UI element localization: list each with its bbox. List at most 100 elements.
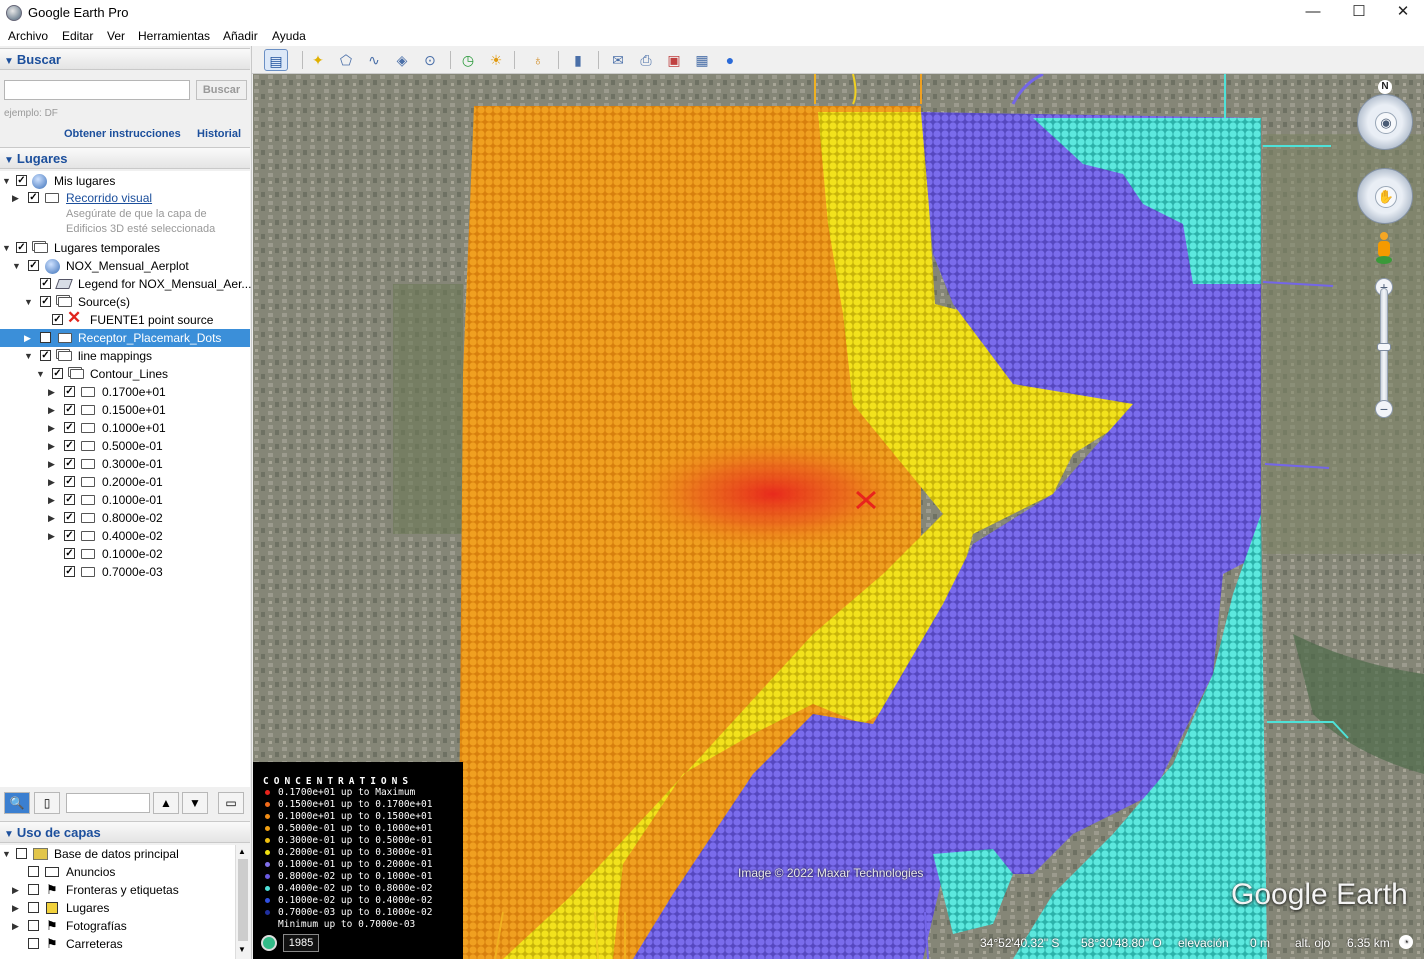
eye-icon[interactable]: ◉ xyxy=(1375,112,1397,134)
search-input[interactable] xyxy=(4,80,190,100)
tree-item-tour[interactable]: ▶ ✓ Recorrido visual xyxy=(0,189,250,207)
year-badge[interactable]: 1985 xyxy=(283,934,319,952)
tree-item-contour[interactable]: ▶ ✓ 0.1700e+01 xyxy=(0,383,250,401)
move-joystick[interactable]: ✋ xyxy=(1357,168,1413,224)
expand-arrow-icon[interactable]: ▼ xyxy=(36,365,46,383)
tree-item-my-places[interactable]: ▼ ✓ Mis lugares xyxy=(0,172,250,190)
places-panel-header[interactable]: ▼ Lugares xyxy=(0,147,250,169)
checkbox[interactable]: ✓ xyxy=(16,242,27,253)
checkbox[interactable]: ✓ xyxy=(40,296,51,307)
tree-item-sources[interactable]: ▼ ✓ Source(s) xyxy=(0,293,250,311)
hand-icon[interactable]: ✋ xyxy=(1375,186,1397,208)
expand-arrow-icon[interactable]: ▶ xyxy=(48,509,58,527)
tree-item-contour[interactable]: ✓ 0.1000e-02 xyxy=(0,545,250,563)
checkbox[interactable]: ✓ xyxy=(64,404,75,415)
checkbox[interactable] xyxy=(28,938,39,949)
folder-options-icon[interactable]: ▭ xyxy=(218,792,244,814)
tree-item-contour[interactable]: ▶ ✓ 0.2000e-01 xyxy=(0,473,250,491)
historical-imagery-icon[interactable]: ◷ xyxy=(456,49,480,71)
ruler-icon[interactable]: ▮ xyxy=(566,49,590,71)
search-places-icon[interactable]: 🔍 xyxy=(4,792,30,814)
expand-arrow-icon[interactable]: ▶ xyxy=(12,881,22,899)
checkbox[interactable] xyxy=(28,866,39,877)
checkbox[interactable] xyxy=(28,902,39,913)
layers-panel-header[interactable]: ▼ Uso de capas xyxy=(0,821,250,843)
checkbox[interactable]: ✓ xyxy=(64,548,75,559)
tree-item-receptor[interactable]: ▶ ✓ Receptor_Placemark_Dots xyxy=(0,329,250,347)
tree-item-contour[interactable]: ▶ ✓ 0.3000e-01 xyxy=(0,455,250,473)
zoom-slider-handle[interactable] xyxy=(1377,343,1391,351)
checkbox[interactable]: ✓ xyxy=(64,476,75,487)
close-button[interactable]: ✕ xyxy=(1380,0,1424,26)
directions-link[interactable]: Obtener instrucciones xyxy=(64,128,181,140)
checkbox[interactable]: ✓ xyxy=(64,566,75,577)
expand-arrow-icon[interactable]: ▼ xyxy=(2,239,12,257)
layer-item[interactable]: ▼ Base de datos principal xyxy=(0,845,235,863)
expand-arrow-icon[interactable]: ▶ xyxy=(48,473,58,491)
scroll-thumb[interactable] xyxy=(238,859,248,941)
layers-scrollbar[interactable]: ▲ ▼ xyxy=(235,845,250,959)
expand-arrow-icon[interactable]: ▶ xyxy=(48,437,58,455)
tree-item-contour[interactable]: ▶ ✓ 0.1000e-01 xyxy=(0,491,250,509)
add-path-icon[interactable]: ∿ xyxy=(362,49,386,71)
expand-arrow-icon[interactable]: ▶ xyxy=(12,189,22,207)
expand-arrow-icon[interactable]: ▼ xyxy=(12,257,22,275)
checkbox[interactable] xyxy=(28,920,39,931)
expand-arrow-icon[interactable]: ▶ xyxy=(48,527,58,545)
menu-anadir[interactable]: Añadir xyxy=(223,29,258,43)
places-filter-input[interactable] xyxy=(66,793,150,813)
checkbox[interactable]: ✓ xyxy=(40,332,51,343)
save-image-icon[interactable]: ▣ xyxy=(662,49,686,71)
add-polygon-icon[interactable]: ⬠ xyxy=(334,49,358,71)
menu-editar[interactable]: Editar xyxy=(62,29,93,43)
menu-ayuda[interactable]: Ayuda xyxy=(272,29,306,43)
expand-arrow-icon[interactable]: ▶ xyxy=(48,401,58,419)
checkbox[interactable]: ✓ xyxy=(40,278,51,289)
checkbox[interactable]: ✓ xyxy=(64,440,75,451)
tree-item-contour[interactable]: ▶ ✓ 0.5000e-01 xyxy=(0,437,250,455)
scroll-up-icon[interactable]: ▲ xyxy=(238,847,246,856)
tree-item-contour[interactable]: ▶ ✓ 0.1000e+01 xyxy=(0,419,250,437)
layer-item[interactable]: Anuncios xyxy=(0,863,235,881)
tree-item-kml[interactable]: ▼ ✓ NOX_Mensual_Aerplot xyxy=(0,257,250,275)
expand-arrow-icon[interactable]: ▼ xyxy=(2,845,12,863)
expand-arrow-icon[interactable]: ▶ xyxy=(48,455,58,473)
look-joystick[interactable]: ◉ xyxy=(1357,94,1413,150)
expand-arrow-icon[interactable]: ▶ xyxy=(12,917,22,935)
checkbox[interactable]: ✓ xyxy=(64,530,75,541)
checkbox[interactable]: ✓ xyxy=(64,512,75,523)
expand-arrow-icon[interactable]: ▶ xyxy=(12,899,22,917)
maximize-button[interactable]: ☐ xyxy=(1336,0,1382,26)
checkbox[interactable] xyxy=(28,884,39,895)
tree-item-contour-lines[interactable]: ▼ ✓ Contour_Lines xyxy=(0,365,250,383)
email-icon[interactable]: ✉ xyxy=(606,49,630,71)
zoom-out-button[interactable]: − xyxy=(1375,400,1393,418)
checkbox[interactable]: ✓ xyxy=(16,175,27,186)
checkbox[interactable]: ✓ xyxy=(28,260,39,271)
layer-item[interactable]: ⚑ Carreteras xyxy=(0,935,235,953)
tree-item-source1[interactable]: ✓ ✕ FUENTE1 point source xyxy=(0,309,250,329)
checkbox[interactable]: ✓ xyxy=(64,386,75,397)
menu-archivo[interactable]: Archivo xyxy=(8,29,48,43)
add-image-overlay-icon[interactable]: ◈ xyxy=(390,49,414,71)
panel-toggle-icon[interactable]: ▯ xyxy=(34,792,60,814)
menu-ver[interactable]: Ver xyxy=(107,29,125,43)
scroll-down-icon[interactable]: ▼ xyxy=(238,945,246,954)
checkbox[interactable]: ✓ xyxy=(64,422,75,433)
expand-arrow-icon[interactable]: ▶ xyxy=(48,491,58,509)
tree-item-line-mappings[interactable]: ▼ ✓ line mappings xyxy=(0,347,250,365)
checkbox[interactable] xyxy=(16,848,27,859)
north-indicator[interactable]: N xyxy=(1378,80,1392,94)
record-tour-icon[interactable]: ⊙ xyxy=(418,49,442,71)
move-up-icon[interactable]: ▲ xyxy=(153,792,179,814)
sunlight-icon[interactable]: ☀ xyxy=(484,49,508,71)
street-view-pegman-icon[interactable] xyxy=(1375,232,1393,266)
tree-item-legend[interactable]: ✓ Legend for NOX_Mensual_Aer... xyxy=(0,275,251,293)
map-view[interactable]: CONCENTRATIONS 0.1700e+01 up to Maximum 0… xyxy=(253,74,1424,959)
tree-item-contour[interactable]: ▶ ✓ 0.1500e+01 xyxy=(0,401,250,419)
expand-arrow-icon[interactable]: ▼ xyxy=(2,172,12,190)
minimize-button[interactable]: — xyxy=(1290,0,1336,26)
layer-item[interactable]: ▶ Lugares xyxy=(0,899,235,917)
move-down-icon[interactable]: ▼ xyxy=(182,792,208,814)
layer-item[interactable]: ▶ ⚑ Fotografías xyxy=(0,917,235,935)
